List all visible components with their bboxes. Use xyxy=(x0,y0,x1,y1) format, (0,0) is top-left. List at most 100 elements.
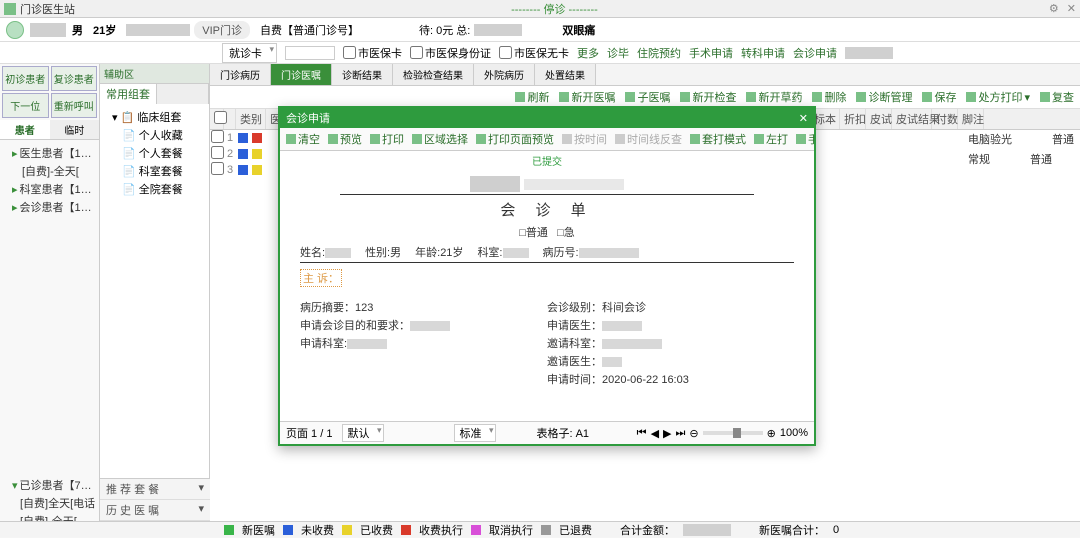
aux-tab-common[interactable]: 常用组套 xyxy=(100,84,157,104)
legend-swatch xyxy=(401,525,411,535)
tree-tab-patient[interactable]: 患者 xyxy=(0,120,50,139)
pay-type: 自费【普通门诊号】 xyxy=(260,22,359,38)
tab-proc[interactable]: 处置结果 xyxy=(535,64,596,85)
diagnosis: 双眼痛 xyxy=(562,22,595,38)
tree-tab-temp[interactable]: 临时 xyxy=(50,120,100,139)
legend-swatch xyxy=(471,525,481,535)
zoom-out[interactable]: ⊖ xyxy=(689,427,698,440)
tb-print-rx[interactable]: 处方打印▾ xyxy=(966,89,1030,105)
consult-link[interactable]: 会诊申请 xyxy=(793,45,837,61)
tab-history[interactable]: 历 史 医 嘱▾ xyxy=(100,500,210,521)
tab-order[interactable]: 门诊医嘱 xyxy=(271,64,332,85)
aux-root[interactable]: ▾ 📋 临床组套 xyxy=(104,108,205,126)
titlebar: 门诊医生站 -------- 停诊 -------- ⚙ ✕ xyxy=(0,0,1080,18)
chk-card[interactable]: 市医保卡 xyxy=(343,45,402,61)
more-link[interactable]: 更多 xyxy=(577,45,599,61)
tree-leaf[interactable]: [自费]-全天[电话 xyxy=(2,512,97,521)
zoom-nav-last[interactable]: ⏭ xyxy=(676,427,686,440)
mt-left-print[interactable]: 左打 xyxy=(754,131,788,147)
tree-node[interactable]: ▸医生患者【1人】 xyxy=(2,144,97,162)
patient-bar: 男 21岁 VIP门诊 自费【普通门诊号】 待: 0元 总: 双眼痛 xyxy=(0,18,1080,42)
close-icon[interactable]: ✕ xyxy=(1067,2,1076,15)
chief-complaint[interactable]: 主 诉： xyxy=(300,269,794,287)
legend-swatch xyxy=(541,525,551,535)
dialog-titlebar: 会诊申请 ✕ xyxy=(280,108,814,128)
surgery-link[interactable]: 手术申请 xyxy=(689,45,733,61)
aux-item[interactable]: 📄 科室套餐 xyxy=(104,162,205,180)
chk-normal[interactable]: □普通 xyxy=(519,227,548,239)
grid-right-values: 电脑验光普通 常规普通 xyxy=(968,131,1074,171)
mt-print[interactable]: 打印 xyxy=(370,131,404,147)
aux-item[interactable]: 📄 个人收藏 xyxy=(104,126,205,144)
close-icon[interactable]: ✕ xyxy=(799,112,808,125)
appt-link[interactable]: 住院预约 xyxy=(637,45,681,61)
tb-new-order[interactable]: 新开医嘱 xyxy=(559,89,615,105)
btn-new-patient[interactable]: 初诊患者 xyxy=(2,66,49,91)
tb-new-herb[interactable]: 新开草药 xyxy=(746,89,802,105)
count-label: 新医嘱合计： xyxy=(759,522,825,538)
btn-return-patient[interactable]: 复诊患者 xyxy=(51,66,98,91)
mt-timeline: 时间线反查 xyxy=(615,131,682,147)
patient-gender: 男 xyxy=(72,22,83,38)
form-title: 会 诊 单 xyxy=(300,199,794,220)
std-select[interactable]: 标准 xyxy=(454,424,496,442)
chk-urgent[interactable]: □急 xyxy=(557,227,575,239)
aux-header: 辅助区 xyxy=(100,64,209,84)
chk-idcard[interactable]: 市医保身份证 xyxy=(410,45,491,61)
card-combo[interactable]: 就诊卡 xyxy=(222,43,277,63)
tab-record[interactable]: 门诊病历 xyxy=(210,64,271,85)
form-two-col: 病历摘要：123 申请会诊目的和要求： 申请科室: 会诊级别：科间会诊 申请医生… xyxy=(300,297,794,389)
visit-done[interactable]: 诊毕 xyxy=(607,45,629,61)
priority-checks: □普通 □急 xyxy=(300,222,794,242)
tree-node[interactable]: ▾已诊患者【7人】 xyxy=(2,476,97,494)
transfer-link[interactable]: 转科申请 xyxy=(741,45,785,61)
aux-tab-2[interactable] xyxy=(157,84,209,104)
legend-swatch xyxy=(342,525,352,535)
zoom-value: 100% xyxy=(780,427,808,439)
zoom-in[interactable]: ⊕ xyxy=(767,427,776,440)
btn-recall[interactable]: 重新呼叫 xyxy=(51,93,98,118)
aux-item[interactable]: 📄 个人套餐 xyxy=(104,144,205,162)
aux-bottom-tabs: 推 荐 套 餐▾ 历 史 医 嘱▾ xyxy=(100,478,210,521)
mt-unlock-manual[interactable]: 手工解锁 xyxy=(796,131,814,147)
zoom-slider[interactable] xyxy=(703,431,763,435)
aux-item[interactable]: 📄 全院套餐 xyxy=(104,180,205,198)
patient-age: 21岁 xyxy=(93,22,116,38)
zoom-nav-first[interactable]: ⏮ xyxy=(637,427,647,440)
tab-lab[interactable]: 检验检查结果 xyxy=(393,64,474,85)
tb-diag-mgr[interactable]: 诊断管理 xyxy=(856,89,912,105)
mt-clear[interactable]: 清空 xyxy=(286,131,320,147)
chk-nocard[interactable]: 市医保无卡 xyxy=(499,45,569,61)
tb-sub-order[interactable]: 子医嘱 xyxy=(625,89,670,105)
avatar xyxy=(6,21,24,39)
tb-delete[interactable]: 删除 xyxy=(812,89,846,105)
aux-panel: 辅助区 常用组套 ▾ 📋 临床组套 📄 个人收藏 📄 个人套餐 📄 科室套餐 📄… xyxy=(100,64,210,521)
tree-leaf[interactable]: [自费]全天[电话 xyxy=(2,494,97,512)
tb-new-exam[interactable]: 新开检查 xyxy=(680,89,736,105)
page-indicator: 页面 1 / 1 xyxy=(286,425,332,441)
settings-icon[interactable]: ⚙ xyxy=(1049,2,1059,15)
mt-overlay[interactable]: 套打模式 xyxy=(690,131,746,147)
default-select[interactable]: 默认 xyxy=(342,424,384,442)
tree-node[interactable]: ▸会诊患者【1人】 xyxy=(2,198,97,216)
zoom-nav-next[interactable]: ▶ xyxy=(663,427,671,440)
tb-save[interactable]: 保存 xyxy=(922,89,956,105)
tb-review[interactable]: 复查 xyxy=(1040,89,1074,105)
mt-region[interactable]: 区域选择 xyxy=(412,131,468,147)
tab-diag[interactable]: 诊断结果 xyxy=(332,64,393,85)
statusbar: 新医嘱 未收费 已收费 收费执行 取消执行 已退费 合计金额： 新医嘱合计： 0 xyxy=(0,521,1080,537)
window-buttons: ⚙ ✕ xyxy=(1049,2,1076,15)
tree-node[interactable]: ▸科室患者【1人】 xyxy=(2,180,97,198)
gray-field-3 xyxy=(845,47,893,59)
tree-node[interactable]: [自费]-全天[ xyxy=(2,162,97,180)
zoom-nav-prev[interactable]: ◀ xyxy=(651,427,659,440)
tab-recommend[interactable]: 推 荐 套 餐▾ xyxy=(100,479,210,500)
tb-refresh[interactable]: 刷新 xyxy=(515,89,549,105)
card-input[interactable] xyxy=(285,46,335,60)
mt-page-preview[interactable]: 打印页面预览 xyxy=(476,131,554,147)
stop-label: -------- 停诊 -------- xyxy=(511,1,598,17)
btn-next[interactable]: 下一位 xyxy=(2,93,49,118)
tab-ext[interactable]: 外院病历 xyxy=(474,64,535,85)
legend-swatch xyxy=(224,525,234,535)
mt-preview[interactable]: 预览 xyxy=(328,131,362,147)
